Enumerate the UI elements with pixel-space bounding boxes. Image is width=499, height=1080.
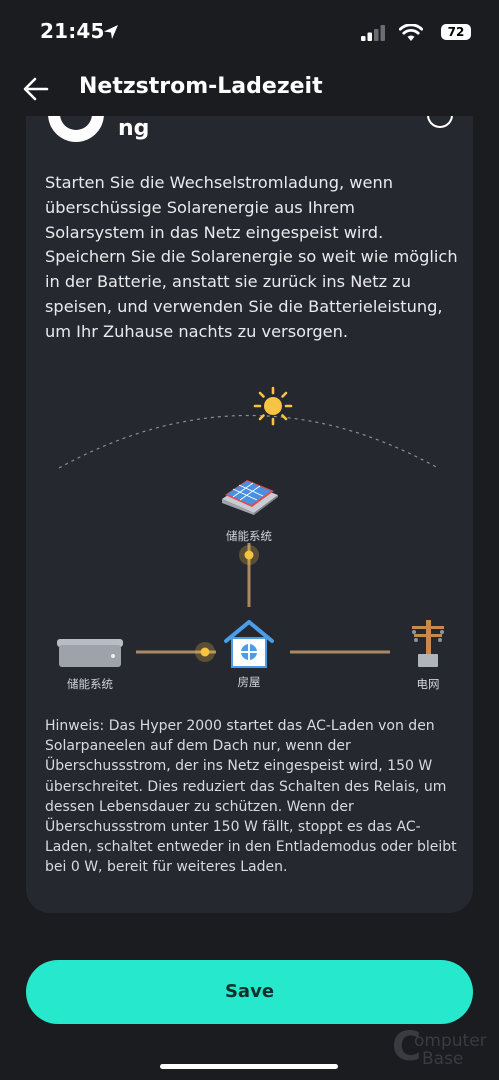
house-icon xyxy=(224,620,274,668)
svg-text:omputer: omputer xyxy=(414,1031,487,1051)
status-time: 21:45 xyxy=(40,19,105,43)
save-button[interactable]: Save xyxy=(26,960,473,1024)
header: Netzstrom-Ladezeit xyxy=(0,64,499,116)
wifi-icon xyxy=(399,24,423,41)
energy-flow-diagram: 储能系统 储能系统 房屋 电网 xyxy=(26,381,473,711)
hint-text: Hinweis: Das Hyper 2000 startet das AC-L… xyxy=(45,718,457,876)
status-icons: 72 xyxy=(361,21,471,43)
location-arrow-icon xyxy=(104,25,118,39)
battery-level: 72 xyxy=(447,25,465,39)
grid-label: 电网 xyxy=(416,677,440,691)
home-indicator xyxy=(160,1064,338,1069)
status-bar: 21:45 72 xyxy=(0,0,499,64)
battery-unit-icon xyxy=(57,639,123,667)
house-label: 房屋 xyxy=(237,675,261,689)
solar-panel-icon xyxy=(222,480,278,515)
back-arrow-icon[interactable] xyxy=(22,76,50,102)
sun-icon xyxy=(253,386,293,426)
page-title: Netzstrom-Ladezeit xyxy=(79,74,323,99)
power-pylon-icon xyxy=(412,620,444,667)
signal-icon xyxy=(361,25,385,41)
mode-radio[interactable] xyxy=(427,116,453,128)
computerbase-watermark: C omputer Base xyxy=(392,1024,487,1070)
card-title: ng xyxy=(118,116,150,141)
mode-card: ng Starten Sie die Wechselstromladung, w… xyxy=(26,116,473,913)
battery-label: 储能系统 xyxy=(67,677,113,691)
mode-icon xyxy=(48,116,104,142)
mode-description: Starten Sie die Wechselstromladung, wenn… xyxy=(45,173,458,341)
panel-label: 储能系统 xyxy=(226,529,272,543)
svg-text:Base: Base xyxy=(422,1049,463,1069)
battery-icon: 72 xyxy=(441,24,471,40)
